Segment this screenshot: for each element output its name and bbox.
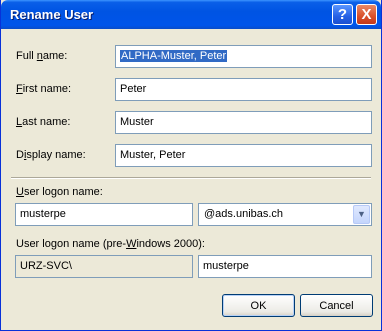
last-name-label: Last name: <box>16 116 70 128</box>
ok-button[interactable]: OK <box>222 294 295 317</box>
full-name-field[interactable]: ALPHA-Muster, Peter <box>115 45 372 68</box>
full-name-label: Full name: <box>16 50 67 62</box>
label-text: ame: <box>42 50 68 62</box>
label-text: Full <box>16 50 37 62</box>
label-accelerator: W <box>126 238 137 250</box>
dialog-title: Rename User <box>10 7 94 22</box>
full-name-value: ALPHA-Muster, Peter <box>120 50 228 62</box>
label-text: ser logon name: <box>23 186 103 198</box>
question-icon: ? <box>337 6 348 23</box>
cancel-label: Cancel <box>319 299 354 312</box>
label-text: indows 2000): <box>136 238 205 250</box>
last-name-value: Muster <box>120 116 154 128</box>
label-text: ast name: <box>22 116 71 128</box>
label-accelerator: U <box>16 186 24 198</box>
logon-name-pre2000-value: musterpe <box>203 260 249 272</box>
netbios-domain-value: URZ-SVC\ <box>20 260 72 272</box>
display-name-field[interactable]: Muster, Peter <box>115 144 372 167</box>
first-name-field[interactable]: Peter <box>115 78 372 101</box>
label-accelerator: F <box>16 83 23 95</box>
domain-select[interactable]: @ads.unibas.ch ▼ <box>198 203 372 226</box>
last-name-field[interactable]: Muster <box>115 111 372 134</box>
rename-user-dialog: Rename User ? X Full name: ALPHA-Muster,… <box>0 0 382 331</box>
domain-dropdown-button[interactable]: ▼ <box>353 205 370 224</box>
logon-name-label: User logon name: <box>16 186 103 198</box>
cancel-button[interactable]: Cancel <box>300 294 373 317</box>
display-name-value: Muster, Peter <box>120 149 186 161</box>
close-button[interactable]: X <box>356 4 377 25</box>
logon-name-value: musterpe <box>20 208 66 220</box>
domain-value: @ads.unibas.ch <box>204 208 284 220</box>
label-text: D <box>16 149 24 161</box>
close-icon: X <box>361 6 372 23</box>
logon-name-field[interactable]: musterpe <box>15 203 193 226</box>
logon-name-pre2000-field[interactable]: musterpe <box>198 255 372 278</box>
label-text: irst name: <box>22 83 72 95</box>
display-name-label: Display name: <box>16 149 86 161</box>
logon-name-pre2000-label: User logon name (pre-Windows 2000): <box>16 238 205 250</box>
title-bar[interactable]: Rename User ? X <box>1 0 381 29</box>
label-text: User logon name (pre- <box>16 238 127 250</box>
first-name-label: First name: <box>16 83 71 95</box>
chevron-down-icon: ▼ <box>357 209 366 219</box>
first-name-value: Peter <box>120 83 147 95</box>
netbios-domain-field: URZ-SVC\ <box>15 255 193 278</box>
label-text: splay name: <box>26 149 86 161</box>
separator <box>11 177 371 179</box>
help-button[interactable]: ? <box>332 4 353 25</box>
ok-label: OK <box>250 299 267 312</box>
